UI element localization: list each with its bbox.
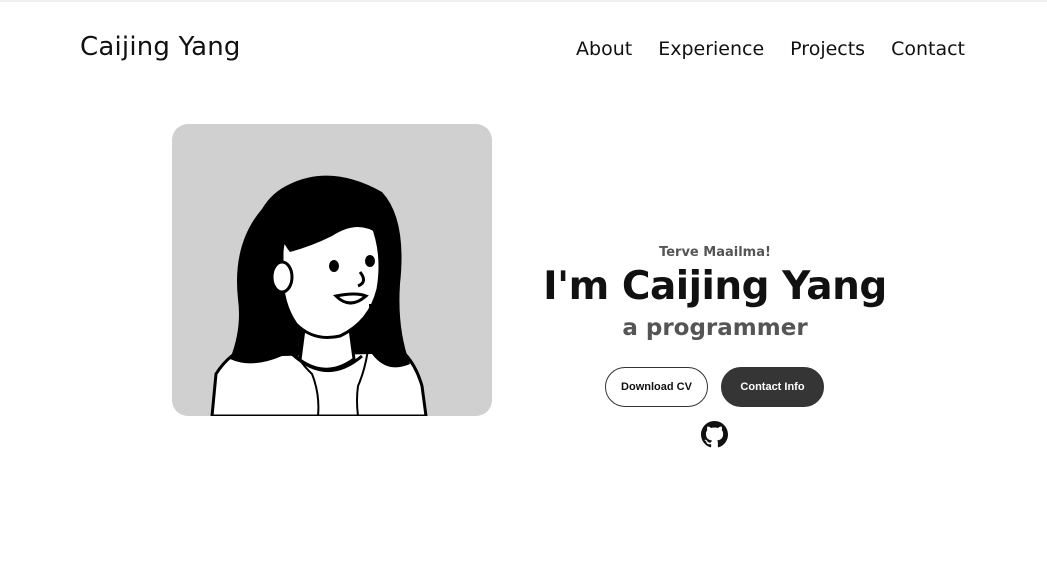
nav-about-link[interactable]: About <box>576 38 632 60</box>
profile-portrait <box>172 124 492 416</box>
nav-contact-link[interactable]: Contact <box>891 38 965 60</box>
hero-greeting: Terve Maailma! <box>659 245 771 260</box>
hero-buttons: Download CV Contact Info <box>605 367 824 407</box>
hero-role: a programmer <box>622 315 808 341</box>
nav-projects-link[interactable]: Projects <box>790 38 865 60</box>
site-logo[interactable]: Caijing Yang <box>80 32 241 62</box>
hero-section: Terve Maailma! I'm Caijing Yang a progra… <box>540 240 890 341</box>
nav-experience-link[interactable]: Experience <box>658 38 764 60</box>
contact-info-button[interactable]: Contact Info <box>721 367 824 407</box>
download-cv-button[interactable]: Download CV <box>605 367 708 407</box>
profile-illustration <box>210 175 428 416</box>
main-nav: About Experience Projects Contact <box>576 38 965 60</box>
github-glyph <box>701 421 728 448</box>
hero-name: I'm Caijing Yang <box>543 264 887 309</box>
top-divider <box>0 0 1047 2</box>
github-icon[interactable] <box>701 421 728 448</box>
